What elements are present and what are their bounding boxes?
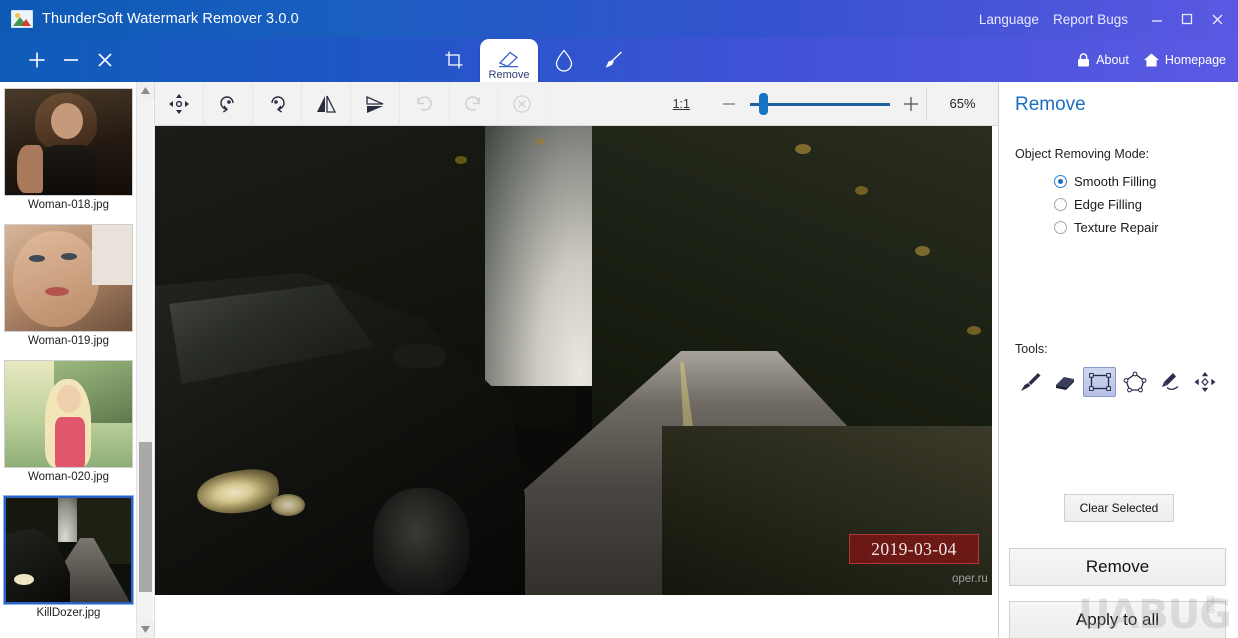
tab-remove-label: Remove bbox=[489, 70, 530, 81]
removing-mode-radio-group: Smooth Filling Edge Filling Texture Repa… bbox=[1054, 174, 1159, 243]
zoom-percent-label: 65% bbox=[926, 89, 998, 119]
radio-icon[interactable] bbox=[1054, 198, 1067, 211]
clear-selected-button[interactable]: Clear Selected bbox=[1064, 494, 1174, 522]
mode-tabs: Remove bbox=[430, 38, 638, 82]
remove-options-panel: Remove Object Removing Mode: Smooth Fill… bbox=[998, 82, 1238, 638]
sidebar-scrollbar[interactable] bbox=[136, 82, 153, 638]
list-item-label: KillDozer.jpg bbox=[4, 604, 133, 624]
rotate-left-icon[interactable] bbox=[204, 82, 253, 126]
undo-icon[interactable] bbox=[400, 82, 449, 126]
application-window: ThunderSoft Watermark Remover 3.0.0 Lang… bbox=[0, 0, 1238, 638]
list-item[interactable]: Woman-020.jpg bbox=[2, 358, 135, 490]
thumbnail-image bbox=[4, 88, 133, 196]
flip-horizontal-icon[interactable] bbox=[302, 82, 351, 126]
list-item[interactable]: Woman-018.jpg bbox=[2, 86, 135, 218]
move-tool-icon[interactable] bbox=[1188, 367, 1221, 397]
minimize-button[interactable] bbox=[1142, 0, 1172, 38]
remove-file-button[interactable] bbox=[58, 47, 84, 73]
radio-label: Smooth Filling bbox=[1074, 174, 1156, 189]
thumbnail-image bbox=[4, 496, 133, 604]
language-menu[interactable]: Language bbox=[979, 12, 1039, 27]
tab-watermark[interactable] bbox=[540, 40, 588, 80]
panel-title: Remove bbox=[1015, 94, 1086, 116]
tools-palette bbox=[1013, 367, 1221, 397]
redo-icon[interactable] bbox=[449, 82, 498, 126]
about-label: About bbox=[1096, 53, 1129, 67]
app-title: ThunderSoft Watermark Remover 3.0.0 bbox=[42, 11, 299, 27]
watermark-text: 2019-03-04 bbox=[871, 539, 957, 560]
thumbnail-image bbox=[4, 360, 133, 468]
homepage-label: Homepage bbox=[1165, 53, 1226, 67]
site-watermark-sub-line2: 站 bbox=[1206, 605, 1215, 614]
home-icon bbox=[1143, 52, 1160, 68]
zoom-reset-button[interactable]: 1:1 bbox=[673, 97, 690, 111]
radio-label: Texture Repair bbox=[1074, 220, 1159, 235]
title-bar: ThunderSoft Watermark Remover 3.0.0 Lang… bbox=[0, 0, 1238, 38]
file-list-actions bbox=[0, 38, 155, 82]
eraser-tool-icon[interactable] bbox=[1048, 367, 1081, 397]
homepage-button[interactable]: Homepage bbox=[1143, 52, 1226, 68]
tab-crop[interactable] bbox=[430, 40, 478, 80]
list-item-label: Woman-020.jpg bbox=[4, 468, 133, 488]
apply-to-all-button[interactable]: Apply to all bbox=[1009, 601, 1226, 638]
tools-section-label: Tools: bbox=[1015, 342, 1048, 356]
chevron-up-icon[interactable] bbox=[137, 82, 154, 99]
zoom-in-button[interactable] bbox=[896, 89, 926, 119]
watermark-selection[interactable]: 2019-03-04 bbox=[849, 534, 979, 564]
lock-icon bbox=[1076, 52, 1091, 68]
list-item[interactable]: Woman-019.jpg bbox=[2, 222, 135, 354]
thumbnail-list[interactable]: Woman-018.jpg Woman-019.jpg bbox=[0, 82, 137, 638]
radio-texture-repair[interactable]: Texture Repair bbox=[1054, 220, 1159, 235]
flip-vertical-icon[interactable] bbox=[351, 82, 400, 126]
image-canvas[interactable]: 2019-03-04 oper.ru bbox=[155, 126, 998, 638]
radio-smooth-filling[interactable]: Smooth Filling bbox=[1054, 174, 1159, 189]
site-watermark-sub: 网 站 bbox=[1206, 596, 1215, 615]
radio-icon[interactable] bbox=[1054, 175, 1067, 188]
picture-icon bbox=[11, 10, 33, 28]
reset-icon[interactable] bbox=[498, 82, 547, 126]
file-list-sidebar: Woman-018.jpg Woman-019.jpg bbox=[0, 82, 155, 638]
add-files-button[interactable] bbox=[24, 47, 50, 73]
pen-lasso-icon[interactable] bbox=[1153, 367, 1186, 397]
close-button[interactable] bbox=[1202, 0, 1232, 38]
tab-brush[interactable] bbox=[590, 40, 638, 80]
chevron-down-icon[interactable] bbox=[137, 621, 154, 638]
rectangle-select-icon[interactable] bbox=[1083, 367, 1116, 397]
mode-section-label: Object Removing Mode: bbox=[1015, 147, 1149, 161]
photo-preview[interactable]: 2019-03-04 oper.ru bbox=[155, 126, 992, 595]
zoom-slider-track bbox=[750, 103, 890, 106]
mode-toolbar: Remove About Homepage bbox=[0, 38, 1238, 82]
header-links: About Homepage bbox=[1076, 38, 1226, 82]
watermark-site-text: oper.ru bbox=[952, 573, 988, 585]
radio-label: Edge Filling bbox=[1074, 197, 1142, 212]
rotate-right-icon[interactable] bbox=[253, 82, 302, 126]
brush-tool-icon[interactable] bbox=[1013, 367, 1046, 397]
clear-files-button[interactable] bbox=[92, 47, 118, 73]
thumbnail-image bbox=[4, 224, 133, 332]
canvas-toolbar: 1:1 65% bbox=[155, 82, 998, 126]
report-bugs-link[interactable]: Report Bugs bbox=[1053, 12, 1128, 27]
maximize-button[interactable] bbox=[1172, 0, 1202, 38]
list-item-label: Woman-018.jpg bbox=[4, 196, 133, 216]
title-bar-actions: Language Report Bugs bbox=[979, 0, 1238, 38]
zoom-slider-handle[interactable] bbox=[759, 93, 768, 115]
pan-tool-icon[interactable] bbox=[155, 82, 204, 126]
zoom-slider[interactable] bbox=[750, 89, 890, 119]
list-item-label: Woman-019.jpg bbox=[4, 332, 133, 352]
radio-icon[interactable] bbox=[1054, 221, 1067, 234]
zoom-out-button[interactable] bbox=[714, 89, 744, 119]
radio-edge-filling[interactable]: Edge Filling bbox=[1054, 197, 1159, 212]
remove-button[interactable]: Remove bbox=[1009, 548, 1226, 586]
list-item[interactable]: KillDozer.jpg bbox=[2, 494, 135, 626]
polygon-select-icon[interactable] bbox=[1118, 367, 1151, 397]
about-button[interactable]: About bbox=[1076, 52, 1129, 68]
zoom-controls: 1:1 65% bbox=[673, 82, 998, 126]
scrollbar-thumb[interactable] bbox=[139, 442, 152, 592]
